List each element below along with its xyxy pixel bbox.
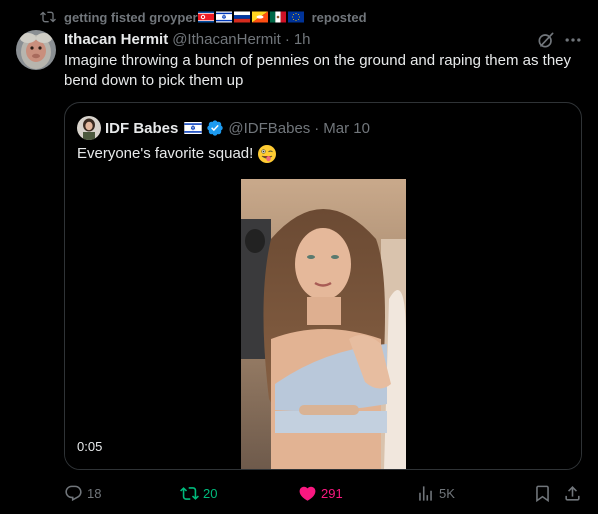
reply-icon	[65, 485, 82, 501]
north-korea-flag-icon	[197, 11, 214, 23]
separator-dot: ·	[284, 30, 290, 48]
quoted-tweet-text-row: Everyone's favorite squad!	[77, 144, 277, 164]
repost-indicator: getting fisted groyper reposted	[40, 8, 367, 26]
reply-count: 18	[87, 485, 102, 501]
tweet-text: Imagine throwing a bunch of pennies on t…	[64, 52, 572, 89]
repost-user-flags	[197, 9, 304, 25]
quoted-tweet-card[interactable]: IDF Babes @IDFBabes · Mar 10 Everyone's …	[64, 102, 582, 470]
heart-icon	[299, 486, 316, 501]
separator-dot: ·	[314, 119, 320, 137]
quoted-author-avatar[interactable]	[77, 116, 101, 140]
more-options-icon[interactable]	[563, 30, 583, 50]
bhutan-flag-icon	[251, 11, 268, 23]
views-button[interactable]: 5K	[416, 478, 455, 508]
share-icon	[565, 485, 580, 501]
author-display-name[interactable]: Ithacan Hermit	[64, 31, 168, 48]
like-count: 291	[321, 485, 343, 501]
view-count: 5K	[439, 485, 455, 501]
quoted-author-display-name[interactable]: IDF Babes	[105, 120, 178, 137]
repost-button[interactable]: 20	[180, 478, 217, 508]
mexico-flag-icon	[269, 11, 286, 23]
tweet-action-bar: 18 20 291 5K	[0, 478, 598, 508]
repost-user-link[interactable]: getting fisted groyper	[64, 9, 304, 25]
quoted-author-handle[interactable]: @IDFBabes	[228, 120, 310, 137]
video-thumbnail[interactable]	[241, 179, 406, 469]
analytics-icon	[419, 485, 432, 501]
israel-flag-icon	[215, 11, 232, 23]
quoted-tweet-timestamp[interactable]: Mar 10	[323, 120, 370, 137]
tweet-header: Ithacan Hermit @IthacanHermit · 1h	[64, 29, 311, 49]
like-button[interactable]: 291	[298, 478, 343, 508]
reply-button[interactable]: 18	[64, 478, 101, 508]
share-button[interactable]	[563, 478, 582, 508]
winking-face-with-tongue-emoji-icon	[258, 145, 277, 163]
author-avatar[interactable]	[16, 30, 56, 70]
video-player[interactable]: 0:05	[65, 177, 581, 469]
author-handle[interactable]: @IthacanHermit	[172, 31, 281, 48]
bookmark-icon	[536, 485, 549, 502]
verified-badge-icon[interactable]	[206, 119, 224, 137]
repost-count: 20	[203, 485, 218, 501]
repost-suffix: reposted	[311, 9, 367, 25]
eu-flag-icon	[287, 11, 304, 23]
quoted-tweet-header: IDF Babes @IDFBabes · Mar 10	[77, 116, 370, 140]
bookmark-button[interactable]	[533, 478, 552, 508]
israel-flag-icon	[184, 122, 203, 134]
video-frame-image	[241, 179, 406, 469]
repost-user-name: getting fisted groyper	[64, 9, 198, 25]
monkey-avatar-image	[16, 30, 56, 70]
tweet-timestamp[interactable]: 1h	[294, 31, 311, 48]
grok-icon[interactable]	[536, 30, 556, 50]
quoted-tweet-text: Everyone's favorite squad!	[77, 145, 254, 162]
repost-icon	[40, 11, 56, 23]
video-duration: 0:05	[77, 439, 103, 454]
russia-flag-icon	[233, 11, 250, 23]
repost-icon	[180, 486, 199, 500]
quoted-avatar-image	[77, 116, 101, 140]
